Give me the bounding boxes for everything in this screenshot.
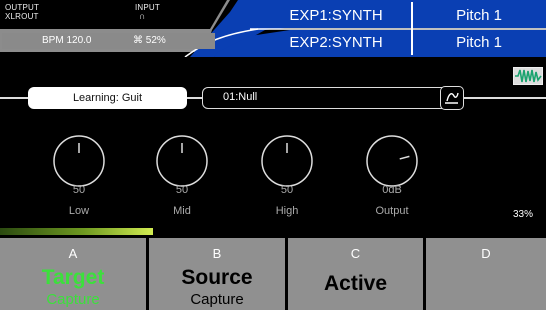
knob-mid-label: Mid bbox=[173, 205, 191, 217]
exp1-assignment[interactable]: EXP1:SYNTH bbox=[260, 3, 412, 29]
knob-mid[interactable] bbox=[153, 132, 211, 190]
softkey-letter: D bbox=[481, 246, 491, 261]
knob-high[interactable] bbox=[258, 132, 316, 190]
softkey-main: Active bbox=[323, 272, 388, 295]
knob-high-label: High bbox=[275, 205, 299, 217]
divider-line bbox=[186, 97, 202, 99]
exp2-parameter[interactable]: Pitch 1 bbox=[414, 30, 544, 56]
headphones-icon: ∩ bbox=[139, 11, 146, 21]
divider-line bbox=[0, 97, 30, 99]
knob-output-value: 0dB bbox=[382, 184, 402, 196]
bpm-readout: BPM 120.0 bbox=[42, 35, 92, 46]
softkey-letter: B bbox=[212, 246, 222, 261]
exp1-parameter[interactable]: Pitch 1 bbox=[414, 3, 544, 29]
softkey-letter: C bbox=[350, 246, 361, 261]
knob-needle bbox=[399, 155, 410, 160]
status-header: OUTPUT XLROUT INPUT ∩ BPM 120.0 ⌘ 52% EX… bbox=[0, 0, 546, 57]
knob-high-value: 50 bbox=[280, 184, 294, 196]
softkey-a[interactable]: A Target Capture bbox=[0, 238, 146, 310]
knob-output[interactable] bbox=[363, 132, 421, 190]
edit-glyph bbox=[445, 92, 459, 104]
cpu-readout: ⌘ 52% bbox=[133, 35, 166, 46]
percent-readout: 33% bbox=[513, 209, 534, 220]
output-label: OUTPUT bbox=[5, 3, 40, 12]
softkey-main: Source bbox=[181, 266, 253, 289]
output-value: XLROUT bbox=[5, 12, 39, 21]
knob-low[interactable] bbox=[50, 132, 108, 190]
softkey-b[interactable]: B Source Capture bbox=[149, 238, 285, 310]
level-meter bbox=[0, 228, 196, 235]
softkey-main: Target bbox=[41, 266, 105, 289]
edit-icon[interactable] bbox=[440, 86, 464, 110]
knob-low-label: Low bbox=[68, 205, 90, 217]
preset-field[interactable]: 01:Null bbox=[202, 87, 464, 109]
waveform-glyph bbox=[515, 69, 542, 83]
level-meter-fill bbox=[0, 228, 153, 235]
knob-low-value: 50 bbox=[72, 184, 86, 196]
knob-mid-value: 50 bbox=[175, 184, 189, 196]
knob-output-label: Output bbox=[375, 205, 409, 217]
softkey-sub: Capture bbox=[46, 291, 100, 308]
softkey-sub: Capture bbox=[190, 291, 244, 308]
softkey-c[interactable]: C Active bbox=[288, 238, 423, 310]
softkey-d[interactable]: D bbox=[426, 238, 546, 310]
softkey-letter: A bbox=[68, 246, 78, 261]
learning-status[interactable]: Learning: Guit bbox=[28, 87, 187, 109]
divider-line bbox=[464, 97, 546, 99]
bpm-bar: BPM 120.0 ⌘ 52% bbox=[2, 33, 215, 49]
cpu-icon: ⌘ bbox=[133, 35, 143, 46]
waveform-icon[interactable] bbox=[513, 67, 543, 85]
exp2-assignment[interactable]: EXP2:SYNTH bbox=[260, 30, 412, 56]
cpu-value: 52% bbox=[145, 35, 166, 46]
